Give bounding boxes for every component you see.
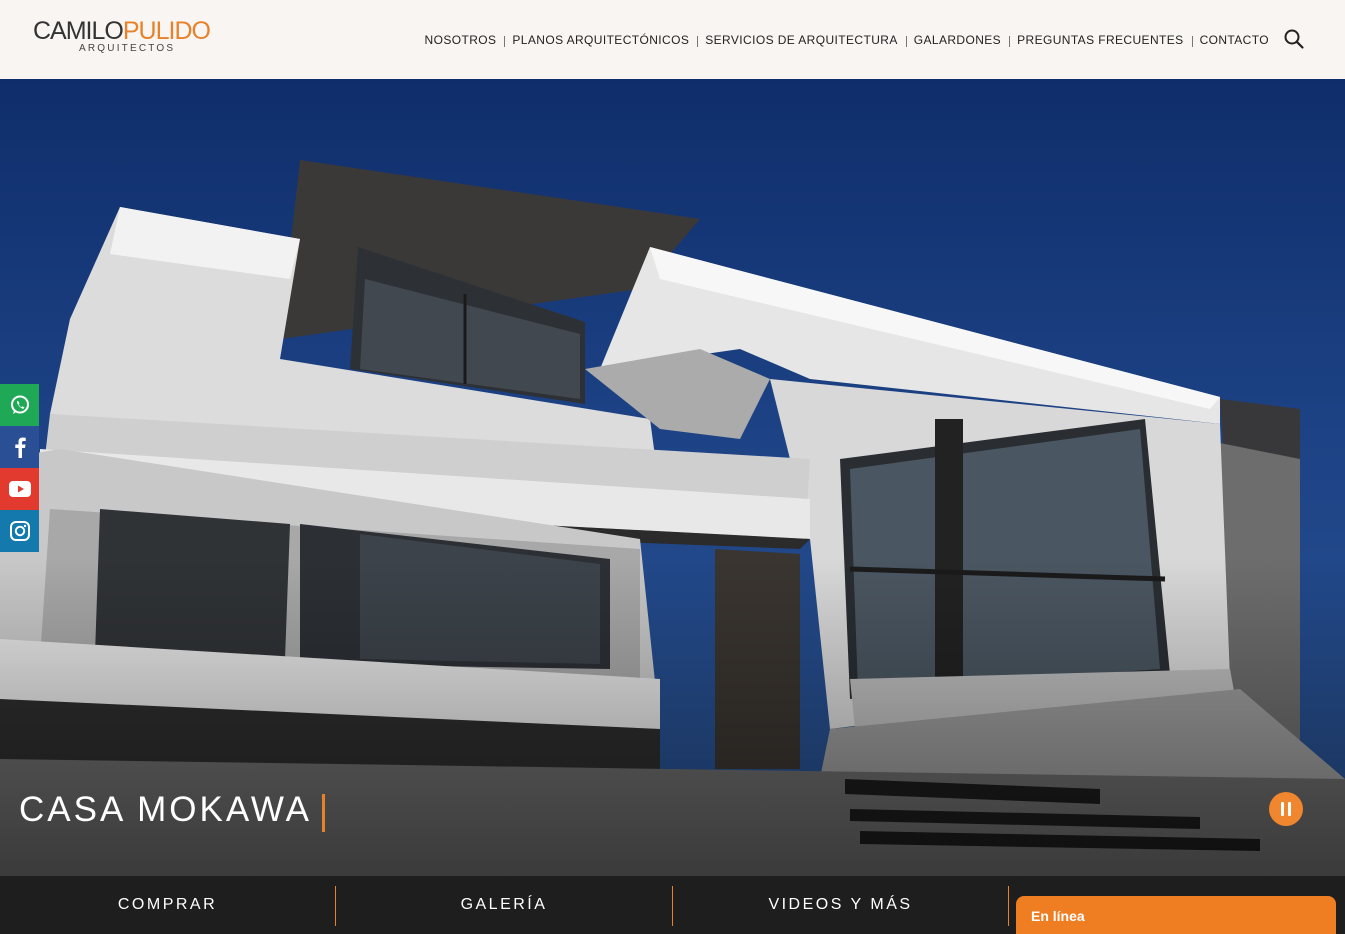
search-icon[interactable] — [1283, 28, 1305, 50]
logo-wordmark: CAMILOPULIDO — [33, 16, 211, 46]
site-header: CAMILOPULIDO ARQUITECTOS NOSOTROS PLANOS… — [0, 0, 1345, 79]
tab-divider — [1008, 886, 1009, 926]
nav-item-galardones[interactable]: GALARDONES — [905, 33, 1009, 47]
pause-icon[interactable] — [1269, 792, 1303, 826]
hero-title: CASA MOKAWA — [19, 790, 312, 829]
instagram-icon[interactable] — [0, 510, 39, 552]
tab-videos[interactable]: VIDEOS Y MÁS — [673, 876, 1008, 934]
whatsapp-icon[interactable] — [0, 384, 39, 426]
social-sidebar — [0, 384, 39, 552]
youtube-icon[interactable] — [0, 468, 39, 510]
nav-item-planos[interactable]: PLANOS ARQUITECTÓNICOS — [504, 33, 697, 47]
nav-item-preguntas[interactable]: PREGUNTAS FRECUENTES — [1009, 33, 1191, 47]
title-accent-bar — [322, 794, 325, 832]
facebook-icon[interactable] — [0, 426, 39, 468]
nav-item-contacto[interactable]: CONTACTO — [1191, 33, 1269, 47]
nav-item-servicios[interactable]: SERVICIOS DE ARQUITECTURA — [697, 33, 905, 47]
logo-part-a: CAMILO — [33, 17, 124, 45]
tab-comprar[interactable]: COMPRAR — [0, 876, 335, 934]
hero-house-image — [0, 79, 1345, 876]
hero-slider: CASA MOKAWA — [0, 79, 1345, 876]
main-nav: NOSOTROS PLANOS ARQUITECTÓNICOS SERVICIO… — [417, 31, 1269, 49]
chat-status-label: En línea — [1031, 908, 1085, 924]
tab-galeria[interactable]: GALERÍA — [336, 876, 672, 934]
logo[interactable]: CAMILOPULIDO ARQUITECTOS — [33, 16, 211, 58]
nav-item-nosotros[interactable]: NOSOTROS — [417, 33, 505, 47]
logo-subtitle: ARQUITECTOS — [79, 43, 176, 54]
chat-widget[interactable]: En línea — [1016, 896, 1336, 934]
logo-part-b: PULIDO — [122, 17, 211, 45]
